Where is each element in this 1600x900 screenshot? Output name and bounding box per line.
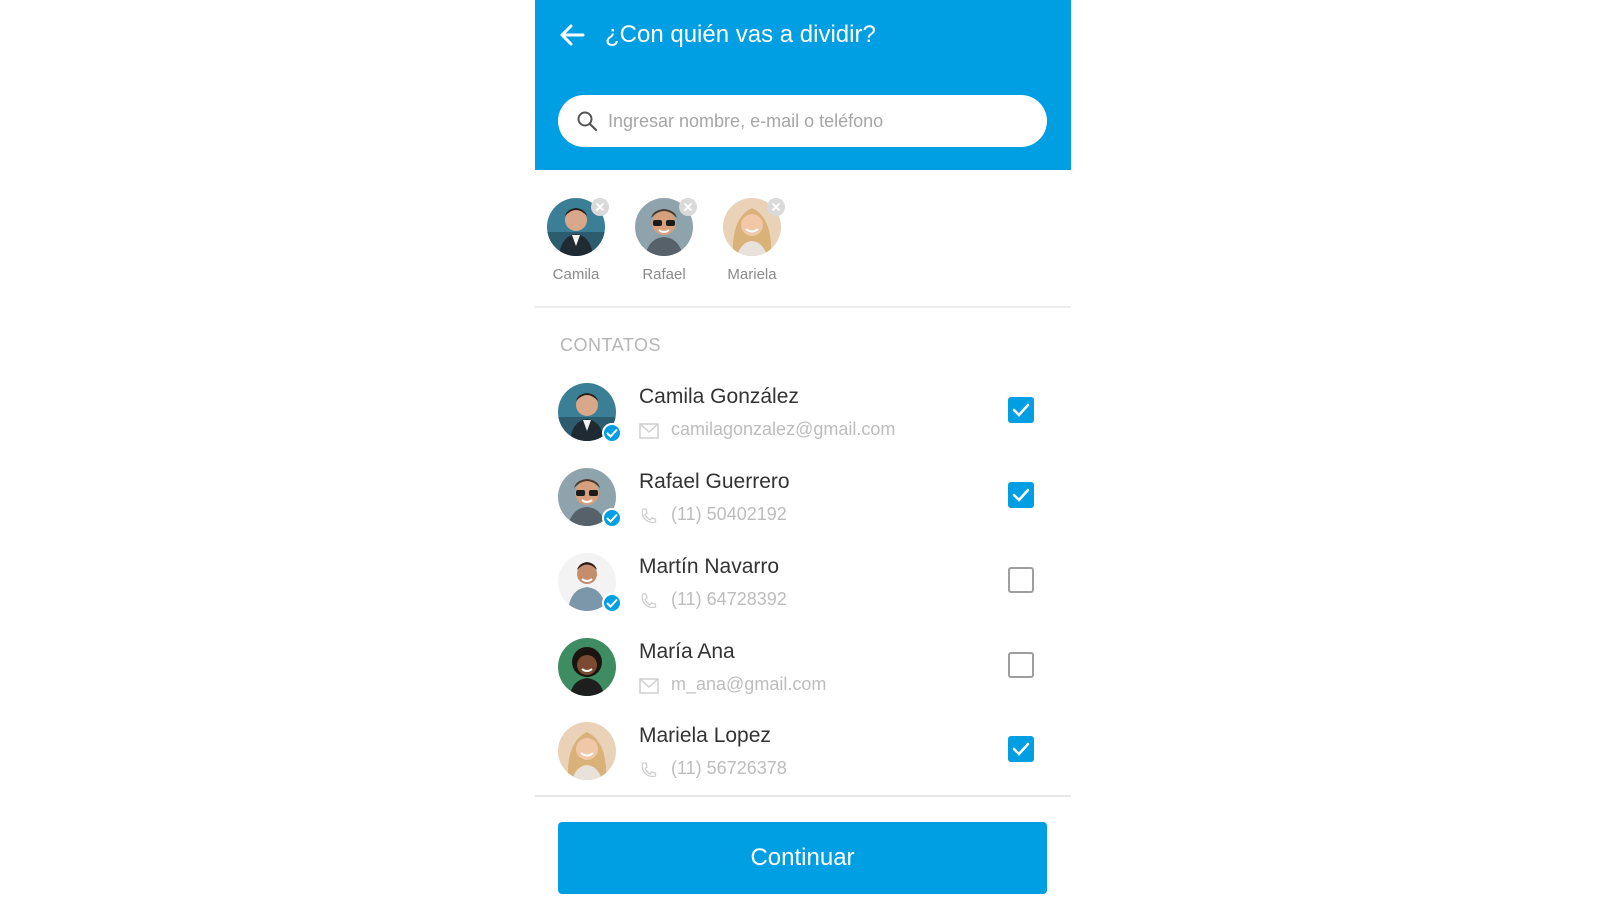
contact-name: Martín Navarro <box>639 555 780 578</box>
search-icon <box>577 111 598 132</box>
contact-name: Camila González <box>639 385 799 408</box>
page-title: ¿Con quién vas a dividir? <box>605 21 876 48</box>
selected-contacts: Camila Rafael Mariela <box>535 170 1071 308</box>
contact-checkbox[interactable] <box>1008 736 1034 762</box>
verified-icon <box>602 423 622 443</box>
selected-chip[interactable]: Camila <box>541 198 611 288</box>
phone-icon <box>641 593 657 609</box>
app-header: ¿Con quién vas a dividir? <box>535 0 1071 170</box>
contact-detail: camilagonzalez@gmail.com <box>671 419 896 439</box>
selected-chip[interactable]: Mariela <box>717 198 787 288</box>
contact-detail: m_ana@gmail.com <box>671 674 827 694</box>
divider <box>535 795 1071 797</box>
email-icon <box>639 423 659 439</box>
verified-icon <box>602 508 622 528</box>
email-icon <box>639 678 659 694</box>
contact-row[interactable]: Camila González camilagonzalez@gmail.com <box>535 383 1071 469</box>
contact-checkbox[interactable] <box>1008 652 1034 678</box>
search-input[interactable] <box>608 103 1028 139</box>
contact-checkbox[interactable] <box>1008 397 1034 423</box>
contact-checkbox[interactable] <box>1008 567 1034 593</box>
contact-name: Rafael Guerrero <box>639 470 790 493</box>
avatar <box>558 638 616 696</box>
contact-detail: (11) 50402192 <box>671 504 787 524</box>
search-bar[interactable] <box>558 95 1047 147</box>
contact-row[interactable]: Rafael Guerrero (11) 50402192 <box>535 468 1071 554</box>
avatar <box>558 722 616 780</box>
phone-icon <box>641 762 657 778</box>
selected-chip[interactable]: Rafael <box>629 198 699 288</box>
contact-name: Mariela Lopez <box>639 724 771 747</box>
phone-icon <box>641 508 657 524</box>
contact-checkbox[interactable] <box>1008 482 1034 508</box>
chip-label: Rafael <box>642 266 686 283</box>
arrow-left-icon[interactable] <box>557 20 587 50</box>
remove-icon[interactable] <box>767 198 785 216</box>
contact-detail: (11) 56726378 <box>671 758 787 778</box>
chip-label: Mariela <box>727 266 777 283</box>
chip-label: Camila <box>552 266 600 283</box>
contact-name: María Ana <box>639 640 735 663</box>
contact-row[interactable]: María Ana m_ana@gmail.com <box>535 638 1071 724</box>
remove-icon[interactable] <box>591 198 609 216</box>
continue-button[interactable]: Continuar <box>558 822 1047 894</box>
section-label: CONTATOS <box>560 335 662 355</box>
contact-detail: (11) 64728392 <box>671 589 787 609</box>
remove-icon[interactable] <box>679 198 697 216</box>
split-screen: ¿Con quién vas a dividir? Ingresar nombr… <box>535 0 1071 900</box>
verified-icon <box>602 593 622 613</box>
contact-row[interactable]: Martín Navarro (11) 64728392 <box>535 553 1071 639</box>
